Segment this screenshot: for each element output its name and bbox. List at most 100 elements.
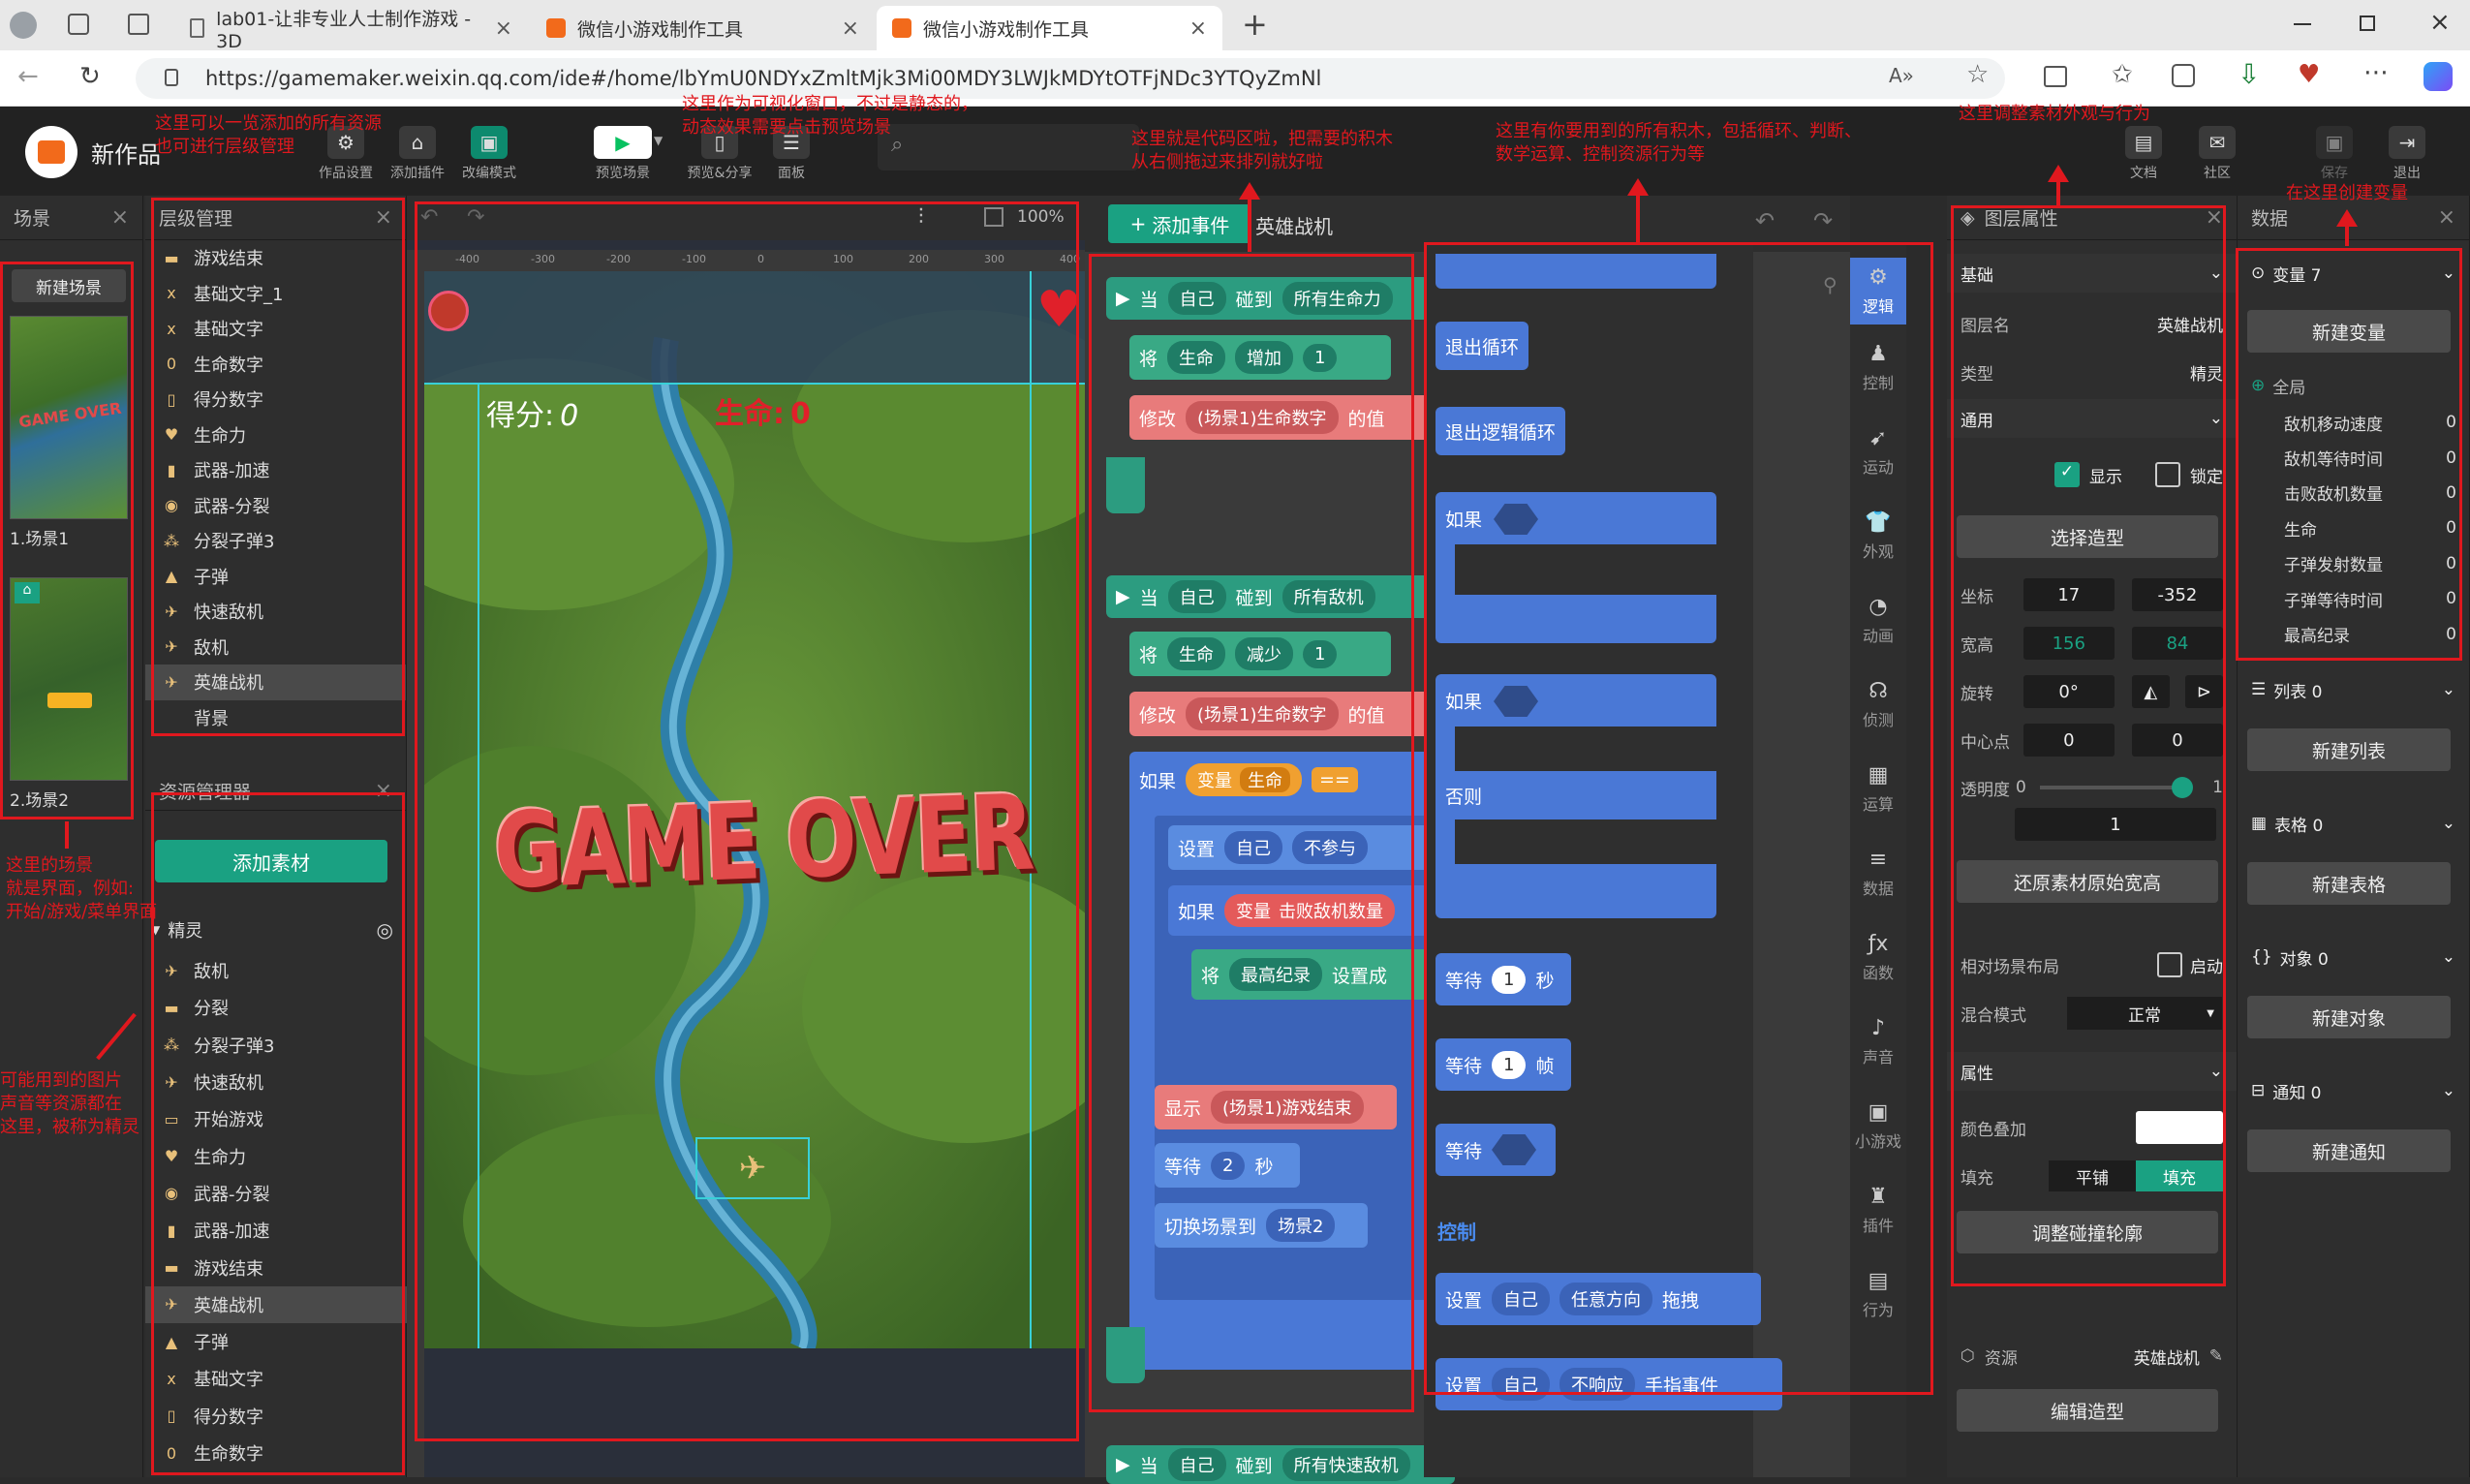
tab-lab01[interactable]: lab01-让非专业人士制作游戏 - 3D × [174,6,528,52]
url-field[interactable]: https://gamemaker.weixin.qq.com/ide#/hom… [136,58,2005,99]
asset-item[interactable]: ✈ 敌机 [145,952,407,989]
switch-scene-block[interactable]: 切换场景到 场景2 [1155,1203,1368,1248]
asset-item[interactable]: 0 生命数字 [145,1435,407,1471]
hero-plane-sprite[interactable]: ✈ [695,1137,810,1199]
category-6[interactable]: ▦ 运算 [1850,763,1906,815]
if-condition-block[interactable]: 如果 变量 生命 == [1129,752,1449,808]
category-11[interactable]: ♜ 插件 [1850,1185,1906,1236]
blend-select[interactable]: 正常 ▼ [2067,997,2222,1030]
layer-item[interactable]: 0 生命数字 [145,347,406,383]
new-variable-button[interactable]: 新建变量 [2247,310,2451,353]
category-8[interactable]: ƒx 函数 [1850,932,1906,983]
wait-block[interactable]: 等待 2 秒 [1155,1143,1300,1188]
fill-tile-toggle[interactable]: 平铺 [2049,1160,2136,1191]
rotate-input[interactable]: 0° [2022,675,2115,708]
palette-icon[interactable]: ◎ [377,918,393,942]
close-icon[interactable]: × [2438,205,2455,230]
edit-icon[interactable]: ✎ [2209,1346,2223,1366]
variable-change-block[interactable]: 将 生命 增加 1 [1129,335,1391,380]
layer-item[interactable]: ▯ 得分数字 [145,382,406,417]
asset-item[interactable]: ▬ 游戏结束 [145,1249,407,1285]
variable-item[interactable]: 最高纪录 0 [2238,616,2470,651]
minimize-icon[interactable] [2294,23,2311,25]
back-icon[interactable]: ← [17,62,39,91]
copilot-icon[interactable] [2424,62,2453,91]
close-icon[interactable]: × [375,779,392,803]
vertical-tabs-icon[interactable] [128,14,149,35]
collision-outline-button[interactable]: 调整碰撞轮廓 [1957,1211,2218,1253]
redo-icon[interactable]: ↷ [1813,207,1833,234]
variable-item[interactable]: 子弹发射数量 0 [2238,546,2470,581]
asset-item[interactable]: ♥ 生命力 [145,1137,407,1174]
palette-break-logic-loop[interactable]: 退出逻辑循环 [1436,407,1565,455]
palette-wait-frames[interactable]: 等待 1 帧 [1436,1038,1571,1091]
opacity-input[interactable]: 1 [2015,808,2216,841]
width-input[interactable]: 156 [2022,627,2115,660]
set-self-block[interactable]: 设置 自己 不参与 [1168,825,1449,870]
add-asset-button[interactable]: 添加素材 [155,840,387,882]
variable-change-block[interactable]: 将 生命 减少 1 [1129,632,1391,676]
variable-item[interactable]: 敌机移动速度 0 [2238,405,2470,440]
x-input[interactable]: 17 [2022,578,2115,611]
variable-item[interactable]: 子弹等待时间 0 [2238,581,2470,616]
community-button[interactable]: ✉ 社区 [2183,126,2251,182]
sprite-section-header[interactable]: ▼ 精灵 ◎ [151,917,393,943]
variable-item[interactable]: 生命 0 [2238,510,2470,545]
layer-item[interactable]: ▮ 武器-加速 [145,452,406,488]
layer-item[interactable]: ✈ 敌机 [145,630,406,665]
close-icon[interactable]: × [375,205,392,230]
center-x-input[interactable]: 0 [2022,724,2115,757]
add-plugin-button[interactable]: ⌂ 添加插件 [384,126,451,182]
layer-item[interactable]: ◉ 武器-分裂 [145,488,406,524]
new-object-button[interactable]: 新建对象 [2247,996,2451,1038]
variable-item[interactable]: 击败敌机数量 0 [2238,476,2470,510]
tab-gamemaker-active[interactable]: 微信小游戏制作工具 × [877,6,1222,50]
asset-item[interactable]: ▯ 得分数字 [145,1398,407,1435]
variable-reporter[interactable]: 变量 生命 [1186,763,1303,796]
category-4[interactable]: ◔ 动画 [1850,595,1906,646]
category-5[interactable]: ☊ 侦测 [1850,679,1906,730]
category-3[interactable]: 👕 外观 [1850,510,1906,562]
life-power-sprite[interactable]: ♥ [1036,281,1082,339]
category-2[interactable]: ➹ 运动 [1850,426,1906,478]
split-screen-icon[interactable] [2044,66,2067,87]
palette-if-block[interactable]: 如果 [1436,492,1716,643]
lock-checkbox[interactable] [2155,462,2180,487]
pin-icon[interactable]: ⚲ [1823,273,1837,296]
docs-button[interactable]: ▤ 文档 [2110,126,2177,182]
exit-button[interactable]: ⇥ 退出 [2373,126,2441,182]
game-canvas[interactable]: ♥ 得分: 0 生命: 0 GAME OVER ✈ [424,271,1085,1348]
event-hat-block[interactable]: ▶ 当 自己 碰到 所有生命力 [1106,277,1455,320]
event-hat-block[interactable]: ▶ 当 自己 碰到 所有快速敌机 [1106,1445,1455,1484]
tab-gamemaker-1[interactable]: 微信小游戏制作工具 × [531,6,875,50]
category-7[interactable]: ≡ 数据 [1850,848,1906,899]
scene-thumbnail-1[interactable]: GAME OVER [10,316,128,519]
scene-thumbnail-2[interactable]: ⌂ [10,577,128,781]
scene-label-2[interactable]: 2.场景2 [10,787,69,811]
center-y-input[interactable]: 0 [2131,724,2223,757]
layer-item[interactable]: ✈ 英雄战机 [145,665,406,700]
asset-item[interactable]: ▮ 武器-加速 [145,1212,407,1249]
browser-essentials-icon[interactable]: ♥ [2298,60,2320,89]
section-common[interactable]: 通用 ⌄ [1947,399,2237,438]
redo-icon[interactable]: ↷ [467,205,484,230]
save-button[interactable]: ▣ 保存 [2300,126,2368,182]
read-aloud-icon[interactable]: A» [1889,64,1914,87]
layer-item[interactable]: ▬ 游戏结束 [145,240,406,276]
layer-item[interactable]: ⁂ 分裂子弹3 [145,523,406,559]
category-0[interactable]: ⚙ 逻辑 [1850,258,1906,325]
layer-item[interactable]: ♥ 生命力 [145,417,406,453]
palette-wait-seconds[interactable]: 等待 1 秒 [1436,953,1571,1005]
undo-icon[interactable]: ↶ [1755,207,1775,234]
asset-item[interactable]: ⁂ 分裂子弹3 [145,1027,407,1064]
section-basic[interactable]: 基础 ⌄ [1947,254,2237,293]
asset-item[interactable]: ▭ 开始游戏 [145,1100,407,1137]
show-block[interactable]: 显示 (场景1)游戏结束 [1155,1085,1397,1129]
palette-drag-block[interactable]: 设置 自己 任意方向 拖拽 [1436,1273,1761,1325]
list-section[interactable]: ☰ 列表 0 ⌄ [2238,670,2469,709]
zoom-level[interactable]: 100% [1017,207,1065,227]
collections-icon[interactable] [2172,64,2195,87]
asset-item[interactable]: ◉ 武器-分裂 [145,1175,407,1212]
preview-scene-button[interactable]: ▶ 预览场景 [581,126,664,182]
weapon-split-sprite[interactable] [428,291,469,331]
